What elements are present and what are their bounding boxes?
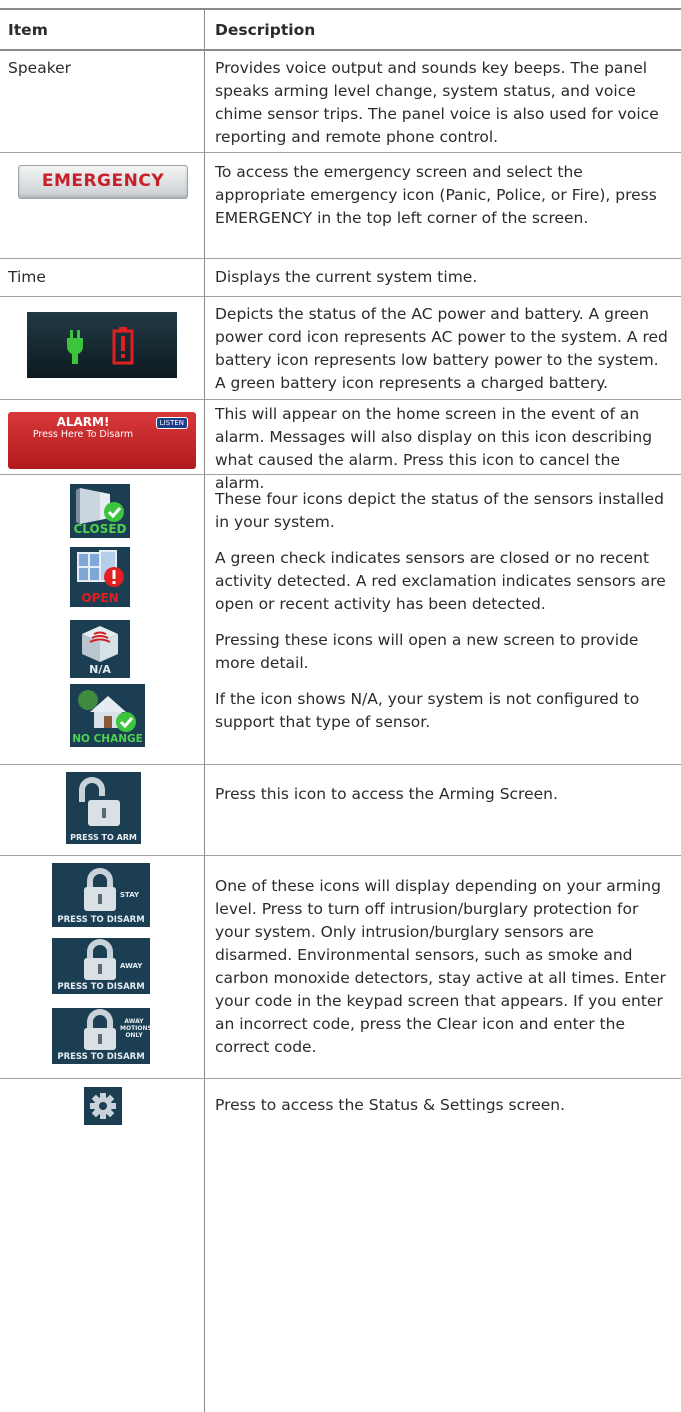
disarm-label: PRESS TO DISARM bbox=[57, 982, 145, 992]
emergency-label: EMERGENCY bbox=[41, 171, 165, 191]
description-text: One of these icons will display dependin… bbox=[215, 877, 666, 1056]
arm-mode-label: AWAY bbox=[120, 962, 143, 970]
open-window-sensor-icon[interactable]: OPEN bbox=[70, 547, 130, 607]
unlocked-padlock-icon[interactable]: PRESS TO ARM bbox=[66, 772, 141, 844]
row-rule bbox=[0, 296, 681, 297]
description-text: Pressing these icons will open a new scr… bbox=[215, 631, 639, 672]
disarm-label: PRESS TO DISARM bbox=[57, 915, 145, 925]
header-description: Description bbox=[215, 21, 316, 39]
row-rule bbox=[0, 764, 681, 765]
row-rule bbox=[0, 258, 681, 259]
motion-sensor-icon[interactable]: N/A bbox=[70, 620, 130, 678]
row-rule bbox=[0, 152, 681, 153]
description-text: These four icons depict the status of th… bbox=[215, 490, 664, 531]
emergency-button-icon[interactable]: EMERGENCY bbox=[18, 165, 188, 199]
gear-icon[interactable] bbox=[84, 1087, 122, 1125]
row-rule bbox=[0, 1078, 681, 1079]
row-sensors-description: These four icons depict the status of th… bbox=[215, 488, 671, 734]
home-sensor-icon[interactable]: NO CHANGE bbox=[70, 684, 145, 747]
row-alarm-description: This will appear on the home screen in t… bbox=[215, 403, 671, 495]
header-item: Item bbox=[8, 21, 48, 39]
description-text: Press this icon to access the Arming Scr… bbox=[215, 785, 558, 803]
description-text: This will appear on the home screen in t… bbox=[215, 405, 653, 492]
description-text: Press to access the Status & Settings sc… bbox=[215, 1096, 566, 1114]
locked-padlock-stay-icon[interactable]: STAY PRESS TO DISARM bbox=[52, 863, 150, 927]
alarm-label: ALARM! bbox=[56, 415, 110, 429]
row-rule bbox=[0, 399, 681, 400]
listen-badge[interactable]: LISTEN bbox=[155, 417, 188, 429]
row-settings-description: Press to access the Status & Settings sc… bbox=[215, 1094, 671, 1117]
row-rule bbox=[0, 474, 681, 475]
power-battery-status-icon bbox=[27, 312, 177, 378]
closed-door-sensor-icon[interactable]: CLOSED bbox=[70, 484, 130, 538]
row-arm-description: Press this icon to access the Arming Scr… bbox=[215, 783, 671, 806]
sensor-label: OPEN bbox=[81, 591, 119, 605]
description-text: Depicts the status of the AC power and b… bbox=[215, 305, 668, 392]
alarm-sublabel: Press Here To Disarm bbox=[32, 429, 134, 440]
arm-label: PRESS TO ARM bbox=[70, 833, 137, 842]
sensor-label: CLOSED bbox=[73, 522, 127, 536]
gear-graphic bbox=[90, 1093, 116, 1119]
row-speaker-item: Speaker bbox=[8, 59, 72, 77]
row-power-description: Depicts the status of the AC power and b… bbox=[215, 303, 671, 395]
header-rule bbox=[0, 49, 681, 51]
row-rule bbox=[0, 855, 681, 856]
row-speaker-description: Provides voice output and sounds key bee… bbox=[215, 57, 671, 149]
locked-padlock-away-icon[interactable]: AWAY PRESS TO DISARM bbox=[52, 938, 150, 994]
row-emergency-description: To access the emergency screen and selec… bbox=[215, 161, 671, 230]
alarm-banner-icon[interactable]: ALARM! Press Here To Disarm LISTEN bbox=[8, 412, 196, 469]
table-top-rule bbox=[0, 8, 681, 10]
locked-padlock-away-motions-icon[interactable]: AWAY MOTIONS ONLY PRESS TO DISARM bbox=[52, 1008, 150, 1064]
sensor-label: N/A bbox=[89, 663, 111, 676]
description-text: Provides voice output and sounds key bee… bbox=[215, 59, 659, 146]
disarm-label: PRESS TO DISARM bbox=[57, 1052, 145, 1062]
power-cord-icon bbox=[67, 327, 134, 365]
row-disarm-description: One of these icons will display dependin… bbox=[215, 875, 671, 1059]
row-time-description: Displays the current system time. bbox=[215, 266, 671, 289]
description-text: Displays the current system time. bbox=[215, 268, 478, 286]
description-text: To access the emergency screen and selec… bbox=[215, 163, 657, 227]
description-text: A green check indicates sensors are clos… bbox=[215, 549, 666, 613]
description-text: If the icon shows N/A, your system is no… bbox=[215, 690, 640, 731]
row-time-item: Time bbox=[8, 268, 46, 286]
column-divider bbox=[204, 8, 205, 1412]
arm-mode-label: AWAY MOTIONS ONLY bbox=[120, 1018, 150, 1039]
arm-mode-label: STAY bbox=[120, 891, 140, 899]
sensor-label: NO CHANGE bbox=[72, 733, 143, 745]
